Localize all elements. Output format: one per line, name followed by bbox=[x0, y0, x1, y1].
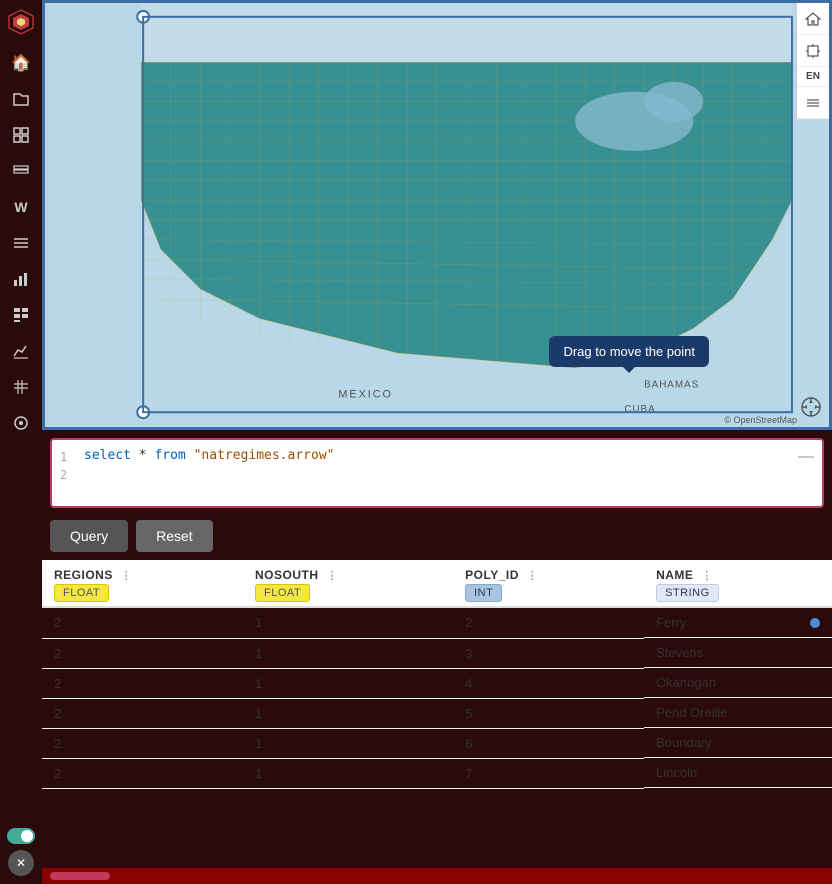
cell-poly_id-2: 4 bbox=[453, 668, 644, 698]
query-button[interactable]: Query bbox=[50, 520, 128, 552]
cell-name-5: Lincoln bbox=[644, 758, 832, 788]
table-row: 214Okanogan bbox=[42, 668, 832, 698]
svg-text:CUBA: CUBA bbox=[624, 404, 655, 415]
cell-regions-4: 2 bbox=[42, 728, 243, 758]
sql-line-1: 1 select * from "natregimes.arrow" — bbox=[60, 448, 814, 466]
cell-regions-5: 2 bbox=[42, 758, 243, 788]
close-button[interactable]: ✕ bbox=[8, 850, 34, 876]
toggle-knob bbox=[21, 830, 33, 842]
table-header-row: REGIONS ⋮ float NOSOUTH ⋮ float POLY_ID … bbox=[42, 560, 832, 607]
action-buttons: Query Reset bbox=[42, 516, 832, 560]
cell-nosouth-4: 1 bbox=[243, 728, 453, 758]
line-number-2: 2 bbox=[60, 466, 76, 482]
theme-toggle[interactable] bbox=[7, 828, 35, 844]
sidebar-item-home[interactable]: 🏠 bbox=[6, 48, 36, 78]
tooltip-text: Drag to move the point bbox=[563, 344, 695, 359]
scrollbar-thumb[interactable] bbox=[50, 872, 110, 880]
sidebar-item-folder[interactable] bbox=[6, 84, 36, 114]
sidebar-item-chart[interactable] bbox=[6, 264, 36, 294]
sidebar-item-analytics[interactable] bbox=[6, 336, 36, 366]
col-header-polyid[interactable]: POLY_ID ⋮ int bbox=[453, 560, 644, 607]
col-type-polyid: int bbox=[465, 584, 502, 602]
col-header-regions[interactable]: REGIONS ⋮ float bbox=[42, 560, 243, 607]
table-row: 215Pend Oreille bbox=[42, 698, 832, 728]
sidebar-item-plugin[interactable] bbox=[6, 408, 36, 438]
cell-regions-2: 2 bbox=[42, 668, 243, 698]
line-number-1: 1 bbox=[60, 448, 76, 464]
cell-poly_id-1: 3 bbox=[453, 638, 644, 668]
app-logo[interactable] bbox=[7, 8, 35, 36]
table-row: 217Lincoln bbox=[42, 758, 832, 788]
drag-tooltip: Drag to move the point bbox=[549, 336, 709, 367]
cell-name-0: Ferry bbox=[644, 608, 832, 638]
sidebar-item-grid[interactable] bbox=[6, 120, 36, 150]
map-lang-btn[interactable]: EN bbox=[797, 67, 829, 87]
cell-nosouth-0: 1 bbox=[243, 607, 453, 638]
move-cursor-icon bbox=[799, 395, 823, 419]
cell-regions-3: 2 bbox=[42, 698, 243, 728]
map-home-btn[interactable] bbox=[797, 3, 829, 35]
sidebar-item-filter[interactable] bbox=[6, 228, 36, 258]
sidebar-item-grid2[interactable] bbox=[6, 372, 36, 402]
sidebar: 🏠 W bbox=[0, 0, 42, 884]
sidebar-item-layers[interactable] bbox=[6, 156, 36, 186]
cell-regions-1: 2 bbox=[42, 638, 243, 668]
cell-nosouth-5: 1 bbox=[243, 758, 453, 788]
sidebar-item-blocks[interactable] bbox=[6, 300, 36, 330]
map-controls-panel: EN bbox=[796, 3, 829, 119]
sidebar-toggle-area: ✕ bbox=[7, 828, 35, 876]
col-header-nosouth[interactable]: NOSOUTH ⋮ float bbox=[243, 560, 453, 607]
cell-regions-0: 2 bbox=[42, 607, 243, 638]
table-row: 216Boundary bbox=[42, 728, 832, 758]
sql-collapse-icon[interactable]: — bbox=[798, 448, 814, 466]
sql-editor[interactable]: 1 select * from "natregimes.arrow" — 2 bbox=[50, 438, 824, 508]
col-type-nosouth: float bbox=[255, 584, 310, 602]
cell-nosouth-3: 1 bbox=[243, 698, 453, 728]
col-type-name: string bbox=[656, 584, 719, 602]
map-container[interactable]: MEXICO BAHAMAS CUBA Drag to move the poi… bbox=[42, 0, 832, 430]
reset-button[interactable]: Reset bbox=[136, 520, 213, 552]
cell-poly_id-5: 7 bbox=[453, 758, 644, 788]
bottom-scrollbar[interactable] bbox=[42, 868, 832, 884]
cell-name-3: Pend Oreille bbox=[644, 698, 832, 728]
sql-code-2 bbox=[84, 466, 814, 481]
data-table: REGIONS ⋮ float NOSOUTH ⋮ float POLY_ID … bbox=[42, 560, 832, 789]
sidebar-item-word[interactable]: W bbox=[6, 192, 36, 222]
cell-poly_id-3: 5 bbox=[453, 698, 644, 728]
svg-text:BAHAMAS: BAHAMAS bbox=[644, 380, 699, 391]
table-row: 213Stevens bbox=[42, 638, 832, 668]
osm-attribution: © OpenStreetMap bbox=[724, 415, 797, 425]
col-header-name[interactable]: NAME ⋮ string bbox=[644, 560, 832, 607]
cell-poly_id-0: 2 bbox=[453, 607, 644, 638]
svg-text:MEXICO: MEXICO bbox=[338, 388, 393, 400]
map-edit-btn[interactable] bbox=[797, 35, 829, 67]
sql-code-1: select * from "natregimes.arrow" bbox=[84, 448, 790, 463]
sql-line-2: 2 bbox=[60, 466, 814, 482]
cell-name-4: Boundary bbox=[644, 728, 832, 758]
map-layers-btn[interactable] bbox=[797, 87, 829, 119]
data-table-container: REGIONS ⋮ float NOSOUTH ⋮ float POLY_ID … bbox=[42, 560, 832, 868]
cell-name-2: Okanogan bbox=[644, 668, 832, 698]
map-svg: MEXICO BAHAMAS CUBA bbox=[45, 3, 829, 427]
cell-name-1: Stevens bbox=[644, 638, 832, 668]
table-row: 212Ferry bbox=[42, 607, 832, 638]
cell-poly_id-4: 6 bbox=[453, 728, 644, 758]
row-dot-indicator bbox=[810, 618, 820, 628]
cell-nosouth-1: 1 bbox=[243, 638, 453, 668]
main-content: MEXICO BAHAMAS CUBA Drag to move the poi… bbox=[42, 0, 832, 884]
cell-nosouth-2: 1 bbox=[243, 668, 453, 698]
col-type-regions: float bbox=[54, 584, 109, 602]
